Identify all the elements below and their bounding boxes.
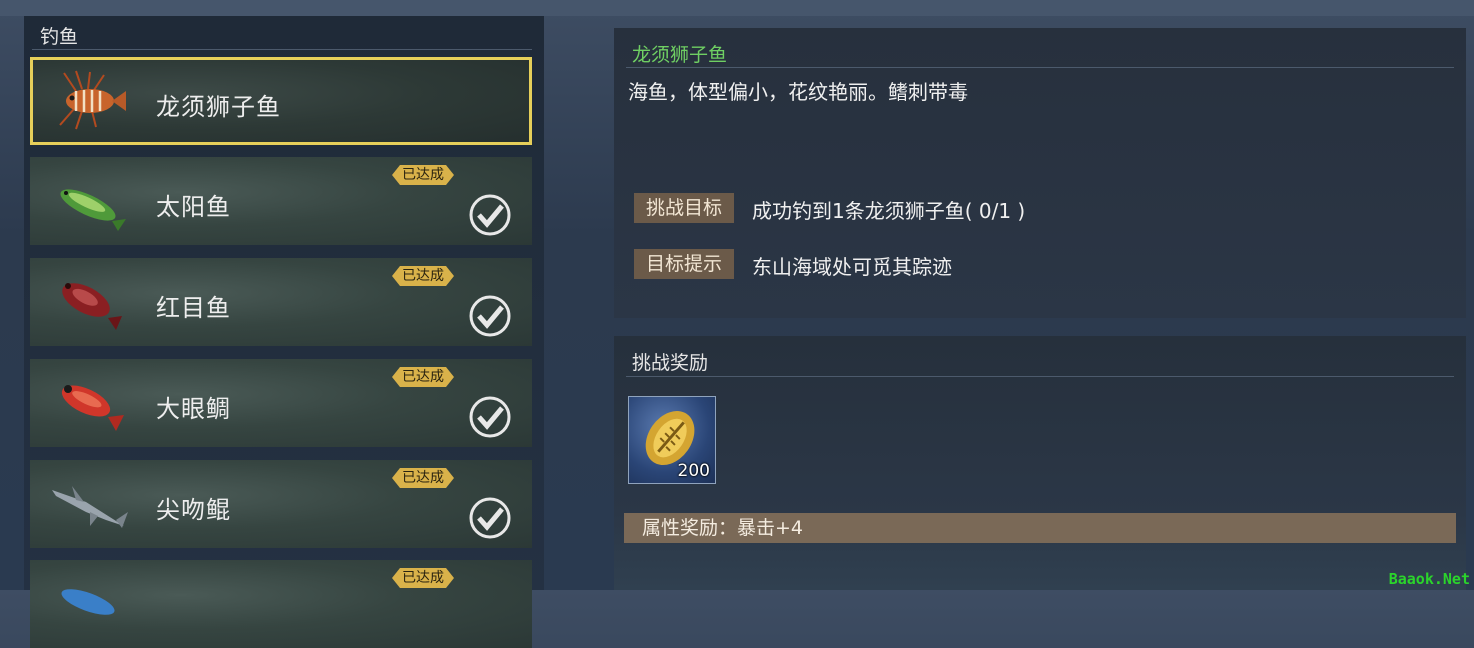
completed-badge: 已达成 [392,367,454,387]
fish-list-item-red-eye-fish[interactable]: 红目鱼 已达成 [30,258,532,346]
hint-label: 目标提示 [634,249,734,279]
fishing-header: 钓鱼 [40,26,79,48]
hint-text: 东山海域处可觅其踪迹 [752,255,952,279]
completed-badge: 已达成 [392,165,454,185]
fish-name: 太阳鱼 [156,193,231,221]
attribute-reward-bar: 属性奖励：暴击+4 [624,513,1456,543]
completed-badge: 已达成 [392,568,454,588]
reward-title: 挑战奖励 [632,352,709,374]
header-divider [32,49,532,50]
fish-list-item-sunfish[interactable]: 太阳鱼 已达成 [30,157,532,245]
checkmark-icon [469,396,511,438]
shark-icon [52,486,128,528]
lionfish-icon [59,70,126,130]
red-fish-icon [62,283,122,330]
fish-list-item-lionfish[interactable]: 龙须狮子鱼 [30,57,532,145]
reward-divider [626,376,1454,377]
fish-name: 龙须狮子鱼 [156,93,281,121]
fish-list-item-shark[interactable]: 尖吻鲲 已达成 [30,460,532,548]
reward-count: 200 [677,461,710,481]
fish-name: 红目鱼 [156,294,231,322]
fish-name: 尖吻鲲 [156,496,231,524]
red-bigeye-fish-icon [61,385,124,431]
checkmark-icon [469,497,511,539]
fish-detail-panel: 龙须狮子鱼 海鱼，体型偏小，花纹艳丽。鳍刺带毒 挑战目标 成功钓到1条龙须狮子鱼… [614,28,1466,318]
completed-badge: 已达成 [392,266,454,286]
challenge-goal-text: 成功钓到1条龙须狮子鱼( 0/1 ) [752,199,1026,223]
fish-name: 大眼鲷 [156,395,231,423]
reward-item-slot[interactable]: 200 [628,396,716,484]
challenge-goal-label: 挑战目标 [634,193,734,223]
title-divider [626,67,1454,68]
top-bar [0,0,1474,16]
fish-list-item-blue-fish[interactable]: 已达成 [30,560,532,648]
fish-title: 龙须狮子鱼 [632,44,728,66]
blue-fish-icon [61,589,115,615]
green-fish-icon [60,189,126,231]
fish-list-item-bigeye[interactable]: 大眼鲷 已达成 [30,359,532,447]
checkmark-icon [469,295,511,337]
reward-panel: 挑战奖励 200 属性奖励：暴击+4 [614,336,1466,590]
watermark: Baaok.Net [1388,570,1470,588]
checkmark-icon [469,194,511,236]
fish-list-panel: 钓鱼 龙须狮子鱼 太阳鱼 已达成 红目鱼 已达成 大眼鲷 已达成 尖吻鲲 已达成… [24,16,544,648]
fish-description: 海鱼，体型偏小，花纹艳丽。鳍刺带毒 [628,80,968,104]
completed-badge: 已达成 [392,468,454,488]
